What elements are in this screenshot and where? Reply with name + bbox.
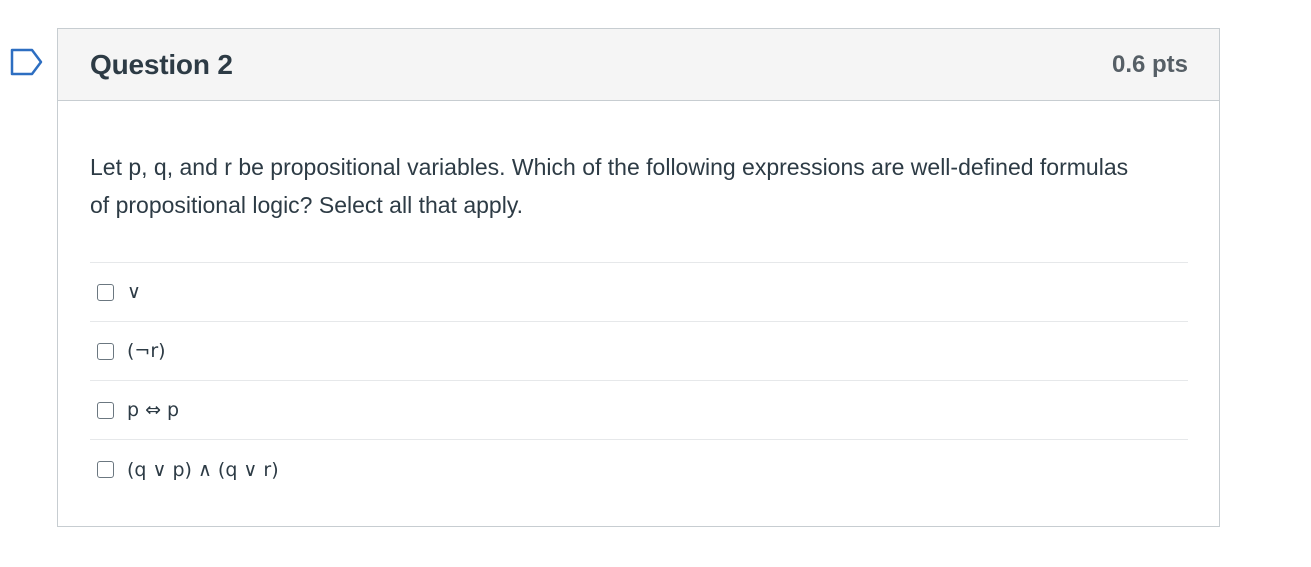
answer-label: (¬r) [127, 340, 166, 362]
answer-list: ∨ (¬r) p ⇔ p (q ∨ p) ∧ (q ∨ r) [90, 262, 1188, 499]
answer-option[interactable]: (¬r) [90, 322, 1188, 381]
question-header: Question 2 0.6 pts [58, 29, 1219, 101]
answer-option[interactable]: ∨ [90, 263, 1188, 322]
answer-label: p ⇔ p [127, 399, 180, 421]
answer-label: ∨ [127, 281, 141, 303]
question-card: Question 2 0.6 pts Let p, q, and r be pr… [57, 28, 1220, 527]
checkbox[interactable] [97, 401, 114, 419]
checkbox[interactable] [97, 342, 114, 360]
question-points: 0.6 pts [1111, 50, 1188, 78]
question-body: Let p, q, and r be propositional variabl… [58, 148, 1219, 499]
answer-label: (q ∨ p) ∧ (q ∨ r) [127, 458, 279, 481]
answer-option[interactable]: p ⇔ p [90, 381, 1188, 440]
checkbox[interactable] [97, 461, 114, 478]
question-title: Question 2 [90, 48, 233, 80]
bookmark-flag-icon[interactable] [10, 48, 44, 76]
question-text: Let p, q, and r be propositional variabl… [90, 154, 1129, 218]
checkbox[interactable] [97, 283, 114, 301]
answer-option[interactable]: (q ∨ p) ∧ (q ∨ r) [90, 440, 1188, 499]
